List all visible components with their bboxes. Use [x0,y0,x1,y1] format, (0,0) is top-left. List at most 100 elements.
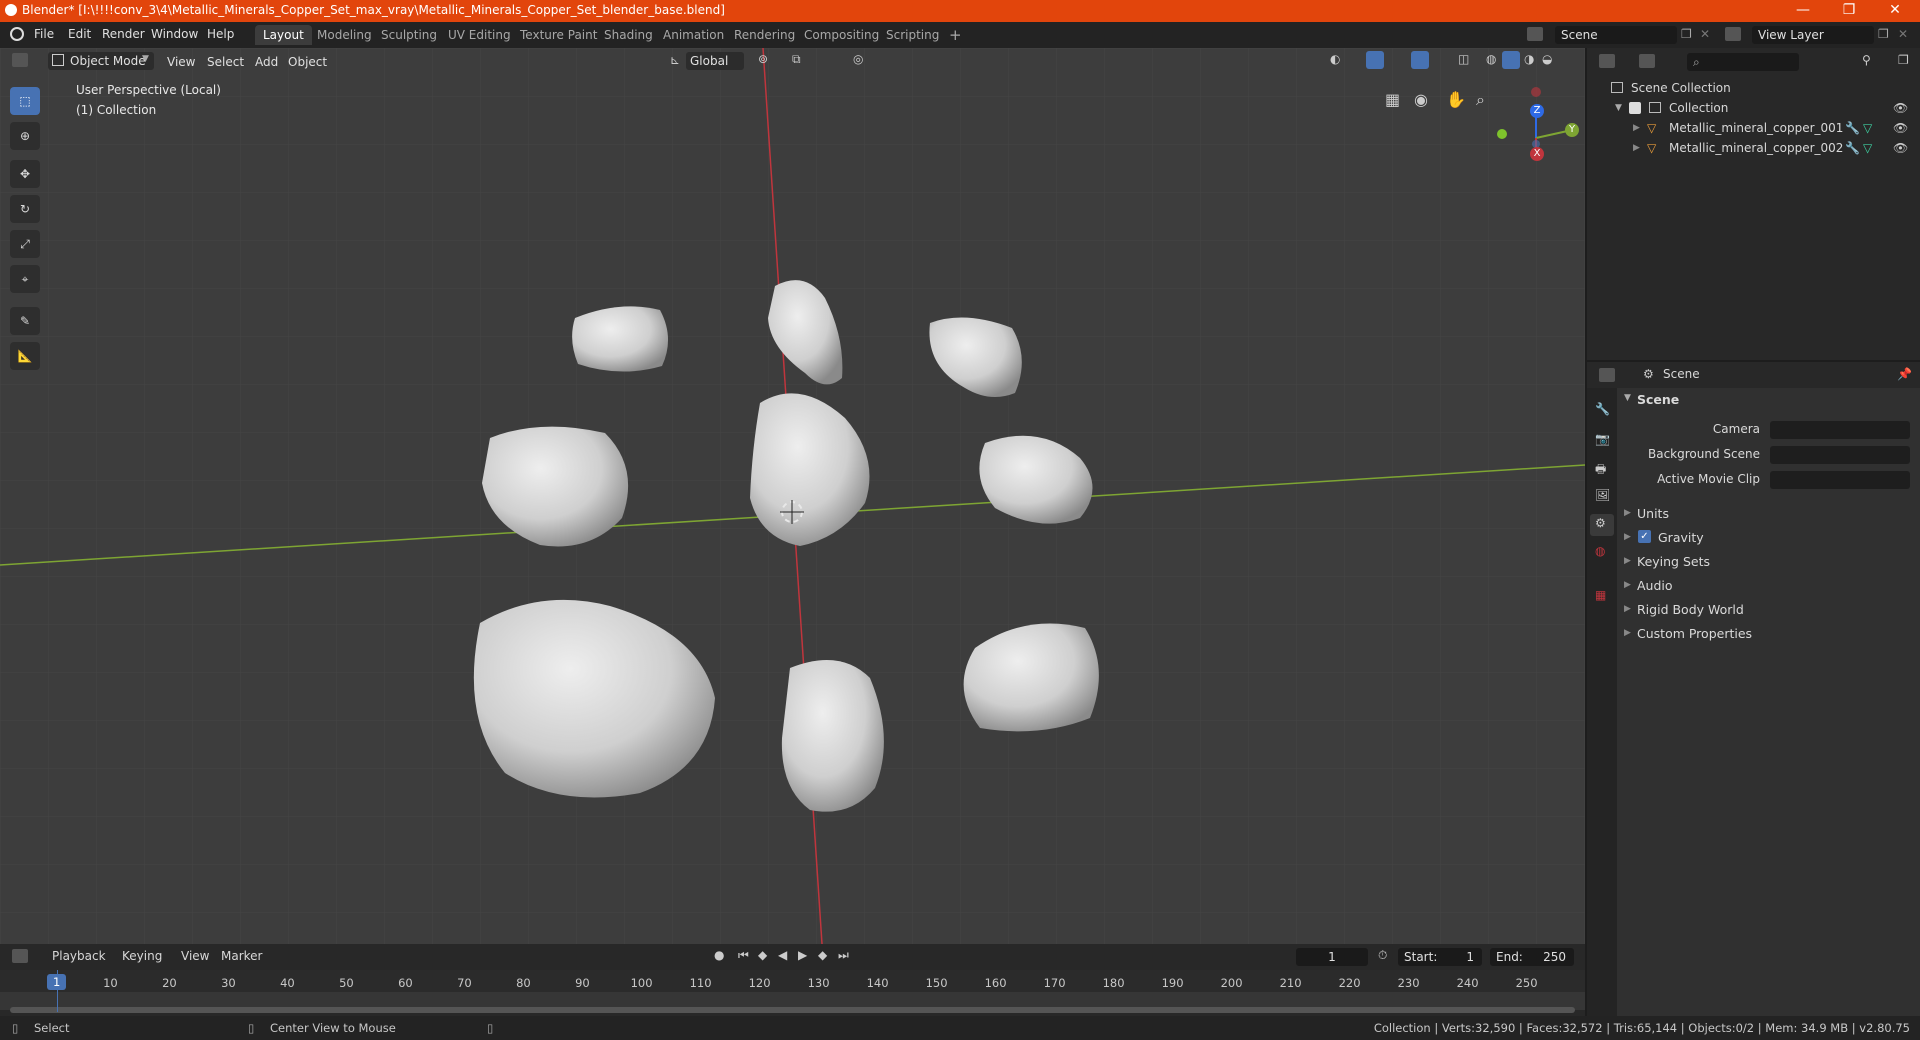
expand-arrow-icon[interactable]: ▶ [1633,118,1640,138]
scene-icon[interactable] [1527,27,1543,41]
checkbox-icon[interactable] [1629,102,1641,114]
world-tab-icon[interactable]: ◍ [1595,544,1605,558]
menu-marker[interactable]: Marker [221,949,262,963]
tab-rendering[interactable]: Rendering [726,25,803,45]
timeline-editor-icon[interactable] [12,949,28,963]
expand-arrow-icon[interactable]: ▶ [1624,604,1631,614]
gizmo-toggle-icon[interactable] [1366,51,1384,69]
outliner-collection[interactable]: ▼ Collection 👁 [1587,98,1920,118]
new-view-layer-icon[interactable]: ❐ [1878,27,1889,41]
material-shading-icon[interactable]: ◑ [1524,52,1534,66]
background-scene-field[interactable] [1770,446,1910,464]
units-panel[interactable]: Units [1637,504,1669,524]
expand-arrow-icon[interactable]: ▶ [1633,138,1640,158]
expand-arrow-icon[interactable]: ▼ [1624,393,1631,403]
outliner-editor-icon[interactable] [1599,54,1615,68]
expand-arrow-icon[interactable]: ▶ [1624,532,1631,542]
start-frame-field[interactable]: Start: 1 [1398,948,1482,966]
menu-select[interactable]: Select [207,53,244,71]
menu-edit[interactable]: Edit [68,27,91,41]
add-workspace-button[interactable]: + [941,25,970,45]
minimize-button[interactable]: — [1780,0,1826,22]
tab-uv-editing[interactable]: UV Editing [440,25,519,45]
blender-menu-icon[interactable] [10,27,24,41]
active-movie-clip-field[interactable] [1770,471,1910,489]
gravity-panel[interactable]: Gravity [1658,528,1704,548]
transform-orientation-dropdown[interactable]: Global [686,52,744,70]
tab-layout[interactable]: Layout [255,25,312,45]
jump-end-icon[interactable]: ⏭ [838,948,849,963]
tab-texture-paint[interactable]: Texture Paint [512,25,605,45]
eye-icon[interactable]: 👁 [1893,118,1908,138]
texture-tab-icon[interactable]: ▦ [1595,588,1606,602]
rendered-shading-icon[interactable]: ◒ [1542,52,1552,66]
view-layer-tab-icon[interactable]: 🖼 [1595,488,1610,502]
eye-icon[interactable]: 👁 [1893,138,1908,158]
xray-toggle-icon[interactable]: ◫ [1458,52,1469,66]
move-tool[interactable]: ✥ [10,160,40,188]
menu-keying[interactable]: Keying [122,949,162,963]
record-icon[interactable]: ● [714,948,724,962]
gravity-checkbox[interactable]: ✓ [1638,530,1651,543]
delete-view-layer-icon[interactable]: ✕ [1898,27,1908,41]
camera-field[interactable] [1770,421,1910,439]
pivot-point-icon[interactable]: ⊚ [758,52,768,66]
expand-arrow-icon[interactable]: ▶ [1624,628,1631,638]
gizmo-neg-x-icon[interactable] [1531,87,1541,97]
cursor-tool[interactable]: ⊕ [10,122,40,150]
render-tab-icon[interactable]: 📷 [1595,432,1610,446]
timeline-scrollbar[interactable] [10,1007,1575,1013]
view-layer-selector[interactable]: View Layer [1752,26,1874,44]
prev-keyframe-icon[interactable]: ◆ [758,948,767,962]
output-tab-icon[interactable]: 🖶 [1595,460,1606,481]
gizmo-neg-y-icon[interactable] [1497,129,1507,139]
menu-view[interactable]: View [167,53,195,71]
rigid-body-world-panel[interactable]: Rigid Body World [1637,600,1744,620]
mineral-rock[interactable] [781,660,884,812]
outliner-scene-collection[interactable]: Scene Collection [1587,78,1920,98]
display-mode-icon[interactable] [1639,54,1655,68]
transform-tool[interactable]: ⌖ [10,265,40,293]
tab-sculpting[interactable]: Sculpting [373,25,445,45]
menu-help[interactable]: Help [207,27,234,41]
menu-file[interactable]: File [34,27,54,41]
delete-scene-icon[interactable]: ✕ [1700,27,1710,41]
menu-playback[interactable]: Playback [52,949,106,963]
mineral-rock[interactable] [572,306,669,372]
custom-properties-panel[interactable]: Custom Properties [1637,624,1752,644]
expand-arrow-icon[interactable]: ▶ [1624,508,1631,518]
new-collection-icon[interactable]: ❐ [1898,53,1909,67]
menu-render[interactable]: Render [102,27,145,41]
scene-selector[interactable]: Scene [1555,26,1677,44]
expand-arrow-icon[interactable]: ▶ [1624,556,1631,566]
modifier-icon[interactable]: 🔧 [1845,118,1860,138]
outliner-object[interactable]: ▶ ▽ Metallic_mineral_copper_002 🔧 ▽ 👁 [1587,138,1920,158]
rotate-tool[interactable]: ↻ [10,195,40,223]
tab-animation[interactable]: Animation [655,25,732,45]
snap-icon[interactable]: ⧉ [792,52,801,67]
tab-scripting[interactable]: Scripting [878,25,947,45]
menu-object[interactable]: Object [288,53,327,71]
camera-view-icon[interactable]: ◉ [1414,90,1428,109]
measure-tool[interactable]: 📐 [10,342,40,370]
gizmo-z-axis[interactable]: Z [1530,104,1544,118]
wireframe-shading-icon[interactable]: ◍ [1486,52,1496,66]
end-frame-field[interactable]: End: 250 [1490,948,1574,966]
menu-timeline-view[interactable]: View [181,949,209,963]
keying-sets-panel[interactable]: Keying Sets [1637,552,1710,572]
outliner-panel[interactable]: ⌕ ⚲ ❐ Scene Collection ▼ Collection 👁 ▶ … [1587,48,1920,360]
properties-editor-icon[interactable] [1599,368,1615,382]
zoom-icon[interactable]: ⌕ [1476,90,1485,110]
outliner-object[interactable]: ▶ ▽ Metallic_mineral_copper_001 🔧 ▽ 👁 [1587,118,1920,138]
pin-icon[interactable]: 📌 [1897,367,1912,381]
editor-type-icon[interactable] [12,53,28,67]
outliner-search-input[interactable]: ⌕ [1687,53,1799,71]
visibility-icon[interactable]: ◐ [1330,52,1340,66]
current-frame-field[interactable]: 1 [1296,948,1368,966]
clock-icon[interactable]: ⏱ [1378,948,1387,963]
proportional-edit-icon[interactable]: ◎ [853,52,863,66]
select-box-tool[interactable]: ⬚ [10,87,40,115]
filter-icon[interactable]: ⚲ [1862,53,1871,67]
menu-window[interactable]: Window [151,27,198,41]
play-icon[interactable]: ▶ [798,948,807,962]
